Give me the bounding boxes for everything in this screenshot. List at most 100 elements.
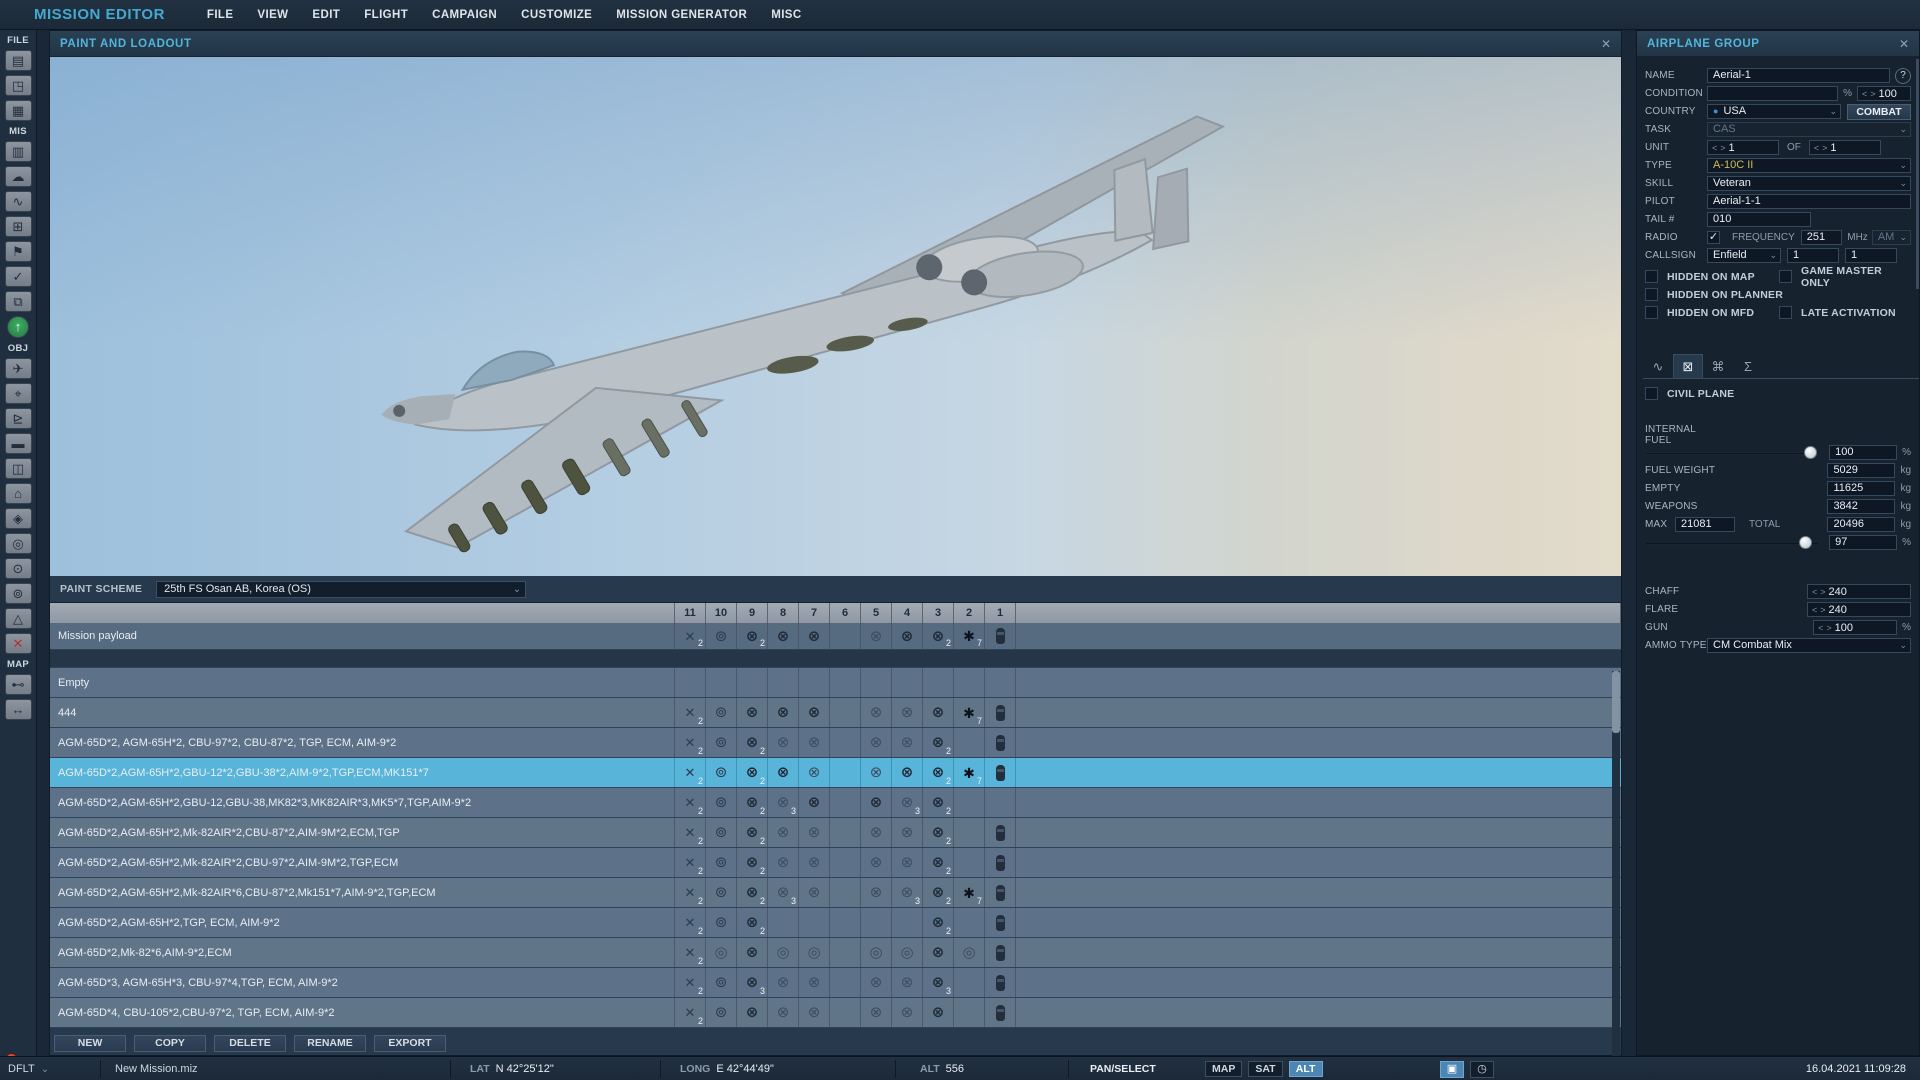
internal-fuel-field[interactable]: 100 [1829,445,1897,460]
ammo-type-select[interactable]: CM Combat Mix ⌄ [1707,638,1911,653]
group-panel-scrollbar[interactable] [1916,59,1919,289]
pan-select-mode[interactable]: PAN/SELECT [1090,1057,1156,1080]
flare-stepper[interactable]: <> 240 [1807,602,1911,617]
toggle-alt[interactable]: ALT [1289,1061,1323,1077]
bullseye-icon[interactable]: ◎ [5,533,32,554]
menu-item-edit[interactable]: EDIT [312,9,340,21]
toggle-sat[interactable]: SAT [1248,1061,1282,1077]
goals-icon[interactable]: ✓ [5,266,32,287]
step-right-icon[interactable]: > [1870,89,1875,99]
task-select[interactable]: CAS ⌄ [1707,122,1911,137]
menu-item-misc[interactable]: MISC [771,9,801,21]
type-select[interactable]: A-10C II ⌄ [1707,158,1911,173]
hidden-on-map-checkbox[interactable] [1645,270,1658,283]
callsign-number2-field[interactable]: 1 [1845,248,1897,263]
loadout-preset-row[interactable]: AGM-65D*2,AGM-65H*2,GBU-12,GBU-38,MK82*3… [50,788,1621,818]
copy-button[interactable]: COPY [134,1035,206,1052]
new-mission-icon[interactable]: ▤ [5,50,32,71]
total-load-slider[interactable] [1645,536,1819,549]
loadout-preset-row[interactable]: AGM-65D*2,Mk-82*6,AIM-9*2,ECM✕2◎⊗◎◎◎◎⊗◎ [50,938,1621,968]
road-overlay-icon[interactable]: ▣ [1440,1061,1464,1078]
callsign-number1-field[interactable]: 1 [1787,248,1839,263]
route-icon[interactable]: ∿ [5,191,32,212]
hidden-on-planner-checkbox[interactable] [1645,288,1658,301]
ship-group-icon[interactable]: ⊵ [5,408,32,429]
new-button[interactable]: NEW [54,1035,126,1052]
airplane-group-icon[interactable]: ✈ [5,358,32,379]
tab-route-icon[interactable]: ∿ [1643,354,1673,378]
modulation-select[interactable]: AM ⌄ [1872,230,1911,245]
toggle-map[interactable]: MAP [1205,1061,1242,1077]
mission-payload-row[interactable]: Mission payload✕2⊚⊗2⊗⊗⊗⊗⊗2✱7 [50,623,1621,650]
map-layer-select[interactable]: DFLT ⌄ [8,1057,49,1080]
unit-of-stepper[interactable]: <> 1 [1809,140,1881,155]
loadout-preset-row[interactable]: AGM-65D*2, AGM-65H*2, CBU-97*2, CBU-87*2… [50,728,1621,758]
loadout-preset-row[interactable]: AGM-65D*2,AGM-65H*2,TGP, ECM, AIM-9*2✕2⊚… [50,908,1621,938]
map-key-icon[interactable]: ⊷ [5,674,32,695]
loadout-scrollbar[interactable] [1612,671,1620,1059]
gun-stepper[interactable]: <> 100 [1813,620,1897,635]
name-field[interactable]: Aerial-1 [1707,68,1890,83]
menu-item-file[interactable]: FILE [207,9,234,21]
export-button[interactable]: EXPORT [374,1035,446,1052]
tab-systems-icon[interactable]: ⌘ [1703,354,1733,378]
menu-item-flight[interactable]: FLIGHT [364,9,408,21]
briefing-icon[interactable]: ▥ [5,141,32,162]
help-icon[interactable]: ? [1895,68,1911,84]
radio-checkbox[interactable]: ✓ [1707,231,1720,244]
game-master-only-checkbox[interactable] [1779,270,1792,283]
loadout-preset-row[interactable]: AGM-65D*2,AGM-65H*2,Mk-82AIR*2,CBU-97*2,… [50,848,1621,878]
waypoint-icon[interactable]: ◈ [5,508,32,529]
unit-count-stepper[interactable]: <> 1 [1707,140,1779,155]
time-tool-icon[interactable]: ◷ [1470,1061,1494,1078]
tab-summary-icon[interactable]: Σ [1733,354,1763,378]
step-left-icon[interactable]: < [1862,89,1867,99]
country-select[interactable]: ●USA ⌄ [1707,104,1841,119]
loadout-preset-row[interactable]: 444✕2⊚⊗⊗⊗⊗⊗⊗✱7 [50,698,1621,728]
bullseye-edit-icon[interactable]: ⊞ [5,216,32,237]
chaff-stepper[interactable]: <> 240 [1807,584,1911,599]
close-icon[interactable]: ✕ [1601,37,1611,51]
menu-item-customize[interactable]: CUSTOMIZE [521,9,592,21]
callsign-select[interactable]: Enfield ⌄ [1707,248,1781,263]
condition-field[interactable] [1707,86,1838,101]
weather-icon[interactable]: ☁ [5,166,32,187]
loadout-preset-row[interactable]: AGM-65D*2,AGM-65H*2,Mk-82AIR*2,CBU-87*2,… [50,818,1621,848]
hidden-on-mfd-checkbox[interactable] [1645,306,1658,319]
save-mission-icon[interactable]: ▦ [5,100,32,121]
internal-fuel-slider[interactable] [1645,446,1819,459]
paint-scheme-select[interactable]: 25th FS Osan AB, Korea (OS) ⌄ [156,581,526,598]
menu-item-view[interactable]: VIEW [257,9,288,21]
skill-select[interactable]: Veteran ⌄ [1707,176,1911,191]
rename-button[interactable]: RENAME [294,1035,366,1052]
loadout-preset-row[interactable]: Empty [50,668,1621,698]
point-icon[interactable]: ⊙ [5,558,32,579]
menu-item-campaign[interactable]: CAMPAIGN [432,9,497,21]
loadout-preset-row[interactable]: AGM-65D*4, CBU-105*2,CBU-97*2, TGP, ECM,… [50,998,1621,1028]
combat-button[interactable]: COMBAT [1847,104,1911,120]
loadout-preset-row[interactable]: AGM-65D*2,AGM-65H*2,Mk-82AIR*6,CBU-87*2,… [50,878,1621,908]
close-icon[interactable]: ✕ [1899,37,1909,51]
vehicle-group-icon[interactable]: ▬ [5,433,32,454]
fly-mission-icon[interactable]: ↑ [7,316,29,338]
destruction-zone-icon[interactable]: ✕ [5,633,32,654]
civil-plane-checkbox[interactable] [1645,387,1658,400]
frequency-field[interactable]: 251 [1801,230,1842,245]
fuel-weight-field[interactable]: 5029 [1827,463,1895,478]
menu-item-mission-generator[interactable]: MISSION GENERATOR [616,9,747,21]
zones-icon[interactable]: ⊚ [5,583,32,604]
helicopter-group-icon[interactable]: ⌖ [5,383,32,404]
tail-number-field[interactable]: 010 [1707,212,1811,227]
pilot-field[interactable]: Aerial-1-1 [1707,194,1911,209]
condition-stepper[interactable]: < > 100 [1857,86,1911,101]
template-icon[interactable]: ⌂ [5,483,32,504]
loadout-preset-row[interactable]: AGM-65D*3, AGM-65H*3, CBU-97*4,TGP, ECM,… [50,968,1621,998]
drawing-shapes-icon[interactable]: △ [5,608,32,629]
static-object-icon[interactable]: ◫ [5,458,32,479]
late-activation-checkbox[interactable] [1779,306,1792,319]
distance-tool-icon[interactable]: ↔ [5,699,32,720]
flags-icon[interactable]: ⚑ [5,241,32,262]
delete-button[interactable]: DELETE [214,1035,286,1052]
open-mission-icon[interactable]: ◳ [5,75,32,96]
tab-loadout-icon[interactable]: ⊠ [1673,354,1703,378]
